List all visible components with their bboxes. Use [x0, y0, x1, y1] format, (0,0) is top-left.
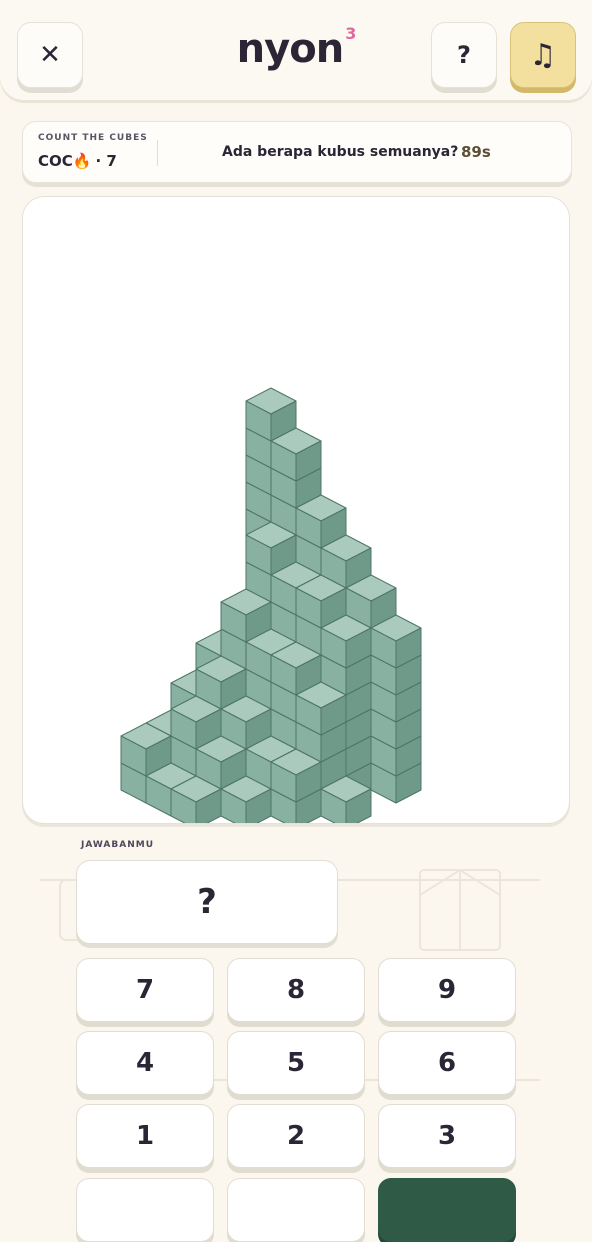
key-0[interactable]	[227, 1178, 365, 1242]
submit-button[interactable]	[378, 1178, 516, 1242]
key-4[interactable]: 4	[76, 1031, 214, 1095]
key-5[interactable]: 5	[227, 1031, 365, 1095]
key-7[interactable]: 7	[76, 958, 214, 1022]
question-text: Ada berapa kubus semuanya?	[222, 144, 459, 160]
divider	[157, 140, 158, 166]
countdown-timer: 89s	[461, 143, 491, 161]
key-3[interactable]: 3	[378, 1104, 516, 1168]
key-6[interactable]: 6	[378, 1031, 516, 1095]
logo-superscript: 3	[345, 24, 356, 43]
answer-display[interactable]: ?	[76, 860, 338, 944]
key-delete[interactable]	[76, 1178, 214, 1242]
top-bar: ✕ nyon 3 ? ♫	[0, 0, 592, 100]
key-9[interactable]: 9	[378, 958, 516, 1022]
key-2[interactable]: 2	[227, 1104, 365, 1168]
mode-label: COUNT THE CUBES	[38, 133, 148, 143]
key-1[interactable]: 1	[76, 1104, 214, 1168]
streak-prefix: COC	[38, 152, 73, 170]
streak-counter: COC🔥 · 7	[38, 152, 117, 170]
help-icon: ?	[457, 41, 471, 69]
cube-stack-illustration	[120, 387, 422, 823]
fire-icon: 🔥	[72, 152, 92, 170]
puzzle-card	[22, 196, 570, 824]
music-note-icon: ♫	[529, 37, 557, 73]
music-button[interactable]: ♫	[510, 22, 576, 88]
game-info-bar: COUNT THE CUBES COC🔥 · 7 Ada berapa kubus…	[22, 121, 572, 183]
logo-text: nyon	[236, 26, 345, 72]
streak-value: · 7	[95, 152, 117, 170]
help-button[interactable]: ?	[431, 22, 497, 88]
answer-label: JAWABANMU	[81, 840, 155, 850]
key-8[interactable]: 8	[227, 958, 365, 1022]
app-logo: nyon 3	[0, 24, 592, 72]
